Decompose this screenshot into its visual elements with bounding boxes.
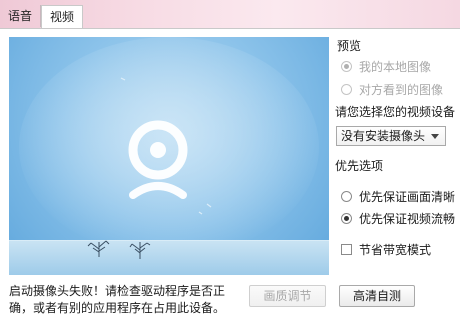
radio-priority-clarity[interactable]: 优先保证画面清晰 [341, 188, 455, 205]
trees-icon [87, 240, 151, 259]
radio-button[interactable] [341, 84, 352, 95]
priority-section-title: 优先选项 [335, 159, 384, 173]
preview-section-title: 预览 [337, 39, 362, 53]
radio-priority-smooth[interactable]: 优先保证视频流畅 [341, 210, 455, 227]
radio-local-image[interactable]: 我的本地图像 [341, 58, 431, 75]
tab-bar: 语音 视频 [0, 5, 84, 29]
radio-remote-image-label: 对方看到的图像 [359, 83, 444, 97]
tab-video[interactable]: 视频 [41, 5, 84, 29]
video-preview [9, 37, 329, 275]
radio-remote-image[interactable]: 对方看到的图像 [341, 81, 443, 98]
radio-local-image-label: 我的本地图像 [359, 60, 432, 74]
webcam-icon [128, 120, 188, 199]
camera-error-message: 启动摄像头失败！请检查驱动程序是否正确，或者有别的应用程序在占用此设备。 [9, 284, 226, 315]
radio-button[interactable] [341, 191, 352, 202]
quality-adjust-button[interactable]: 画质调节 [249, 285, 326, 307]
radio-priority-smooth-label: 优先保证视频流畅 [359, 212, 456, 226]
bandwidth-saving-checkbox[interactable]: 节省带宽模式 [341, 241, 431, 258]
bandwidth-saving-label: 节省带宽模式 [359, 243, 432, 257]
radio-priority-clarity-label: 优先保证画面清晰 [359, 190, 456, 204]
checkbox[interactable] [341, 244, 352, 255]
device-prompt: 请您选择您的视频设备 [335, 105, 456, 119]
chevron-down-icon [431, 134, 439, 139]
video-device-select[interactable]: 没有安装摄像头 [336, 126, 446, 146]
radio-button[interactable] [341, 61, 352, 72]
hd-self-test-button[interactable]: 高清自测 [339, 285, 415, 307]
video-device-value: 没有安装摄像头 [341, 129, 426, 143]
radio-button[interactable] [341, 213, 352, 224]
tab-voice[interactable]: 语音 [0, 5, 40, 27]
